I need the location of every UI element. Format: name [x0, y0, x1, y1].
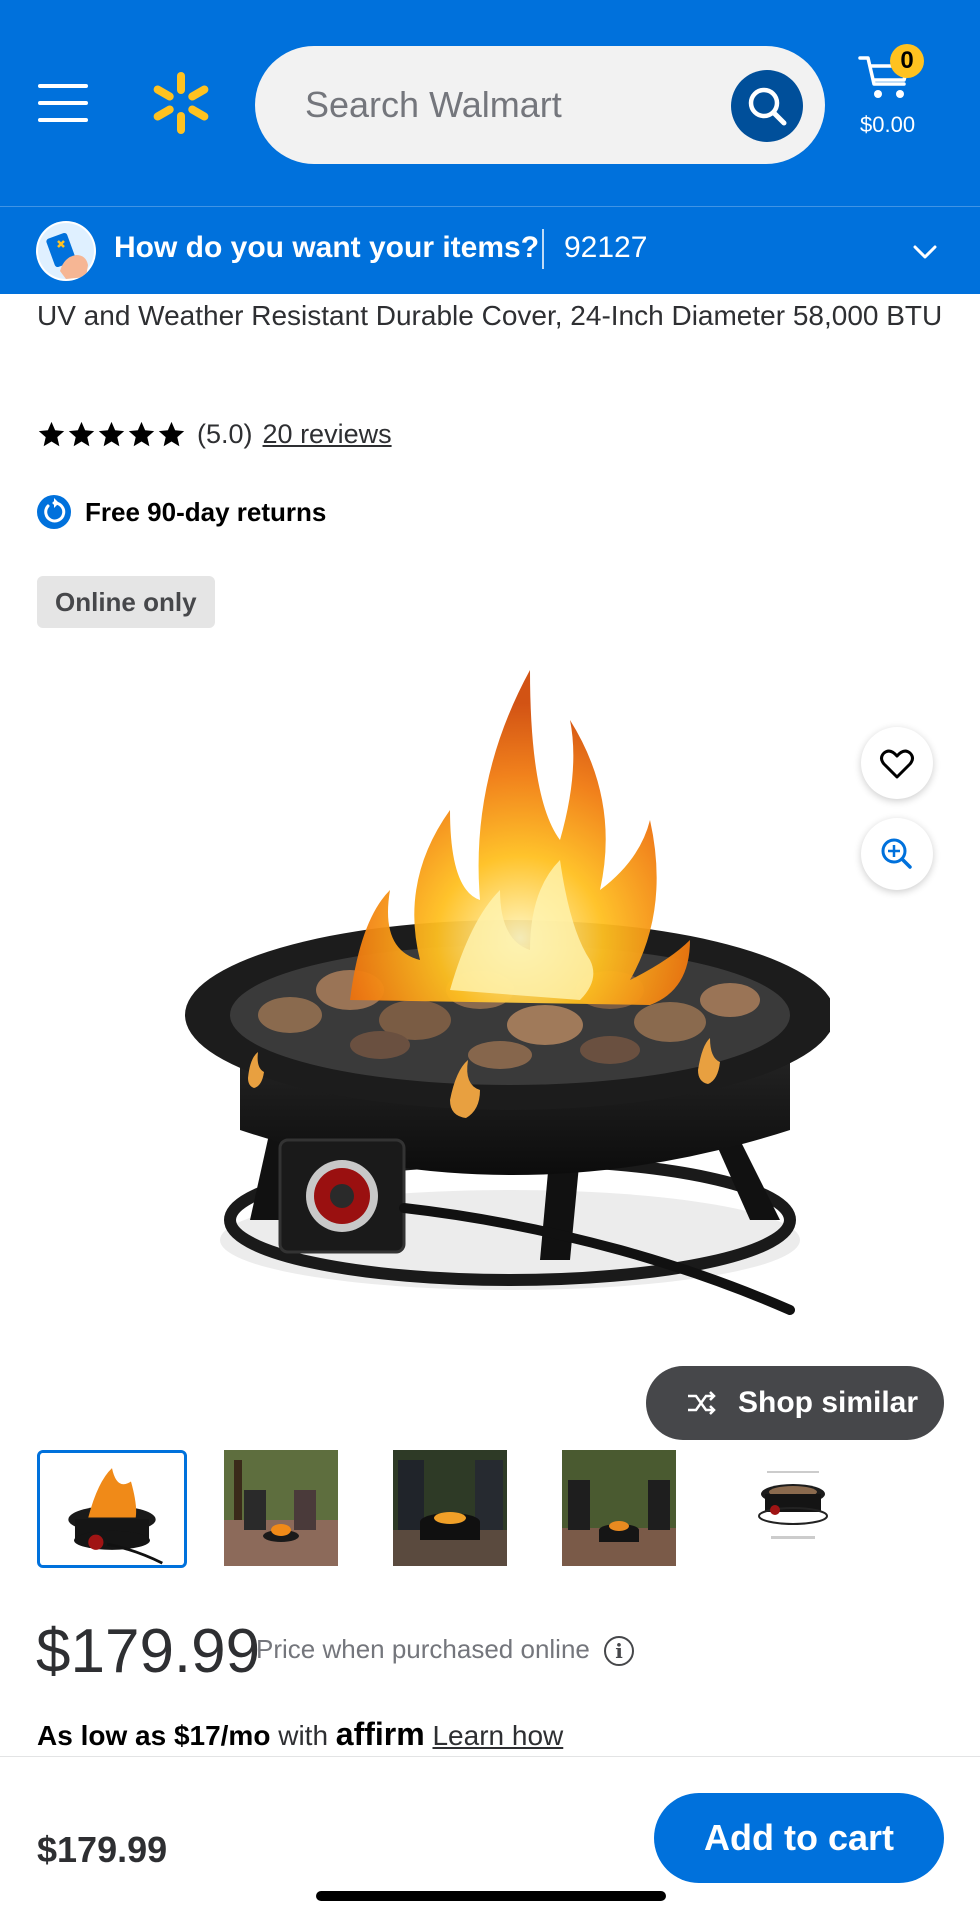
- shuffle-icon: [688, 1391, 716, 1415]
- star-icon: [38, 421, 65, 446]
- info-icon[interactable]: i: [604, 1636, 634, 1666]
- shop-similar-label: Shop similar: [738, 1386, 919, 1419]
- thumbnail-3[interactable]: [393, 1450, 507, 1566]
- bottom-price: $179.99: [37, 1829, 168, 1870]
- returns-info: Free 90-day returns: [37, 494, 326, 530]
- chevron-down-icon: [913, 245, 937, 259]
- bottom-purchase-bar: $179.99 Add to cart: [0, 1756, 980, 1920]
- rating-row: (5.0) 20 reviews: [37, 418, 392, 450]
- search-bar[interactable]: [255, 46, 825, 164]
- delivery-hand-phone-icon: [36, 221, 96, 281]
- product-image[interactable]: [150, 660, 830, 1350]
- affirm-financing: As low as $17/mo with affirm Learn how: [37, 1716, 563, 1753]
- add-to-cart-button[interactable]: Add to cart: [654, 1793, 944, 1883]
- search-icon: [748, 87, 787, 126]
- affirm-with: with: [278, 1720, 329, 1751]
- star-icon: [158, 421, 185, 446]
- thumbnail-image: [40, 1453, 184, 1565]
- search-input[interactable]: [305, 80, 705, 130]
- thumbnail-image: [735, 1450, 849, 1566]
- thumbnail-4[interactable]: [562, 1450, 676, 1566]
- rating-value: (5.0): [197, 418, 253, 449]
- product-price: $179.99: [36, 1617, 261, 1686]
- star-icon: [98, 421, 125, 446]
- cart-total: $0.00: [860, 112, 916, 137]
- affirm-logo: affirm: [335, 1716, 425, 1752]
- favorite-button[interactable]: [861, 727, 933, 799]
- heart-icon: [880, 749, 914, 779]
- menu-button[interactable]: [38, 82, 88, 124]
- delivery-divider: [542, 229, 544, 269]
- affirm-monthly-price: As low as $17/mo: [37, 1720, 271, 1751]
- thumbnail-1[interactable]: [37, 1450, 187, 1568]
- star-icon: [128, 421, 155, 446]
- star-rating: [37, 420, 187, 449]
- returns-label: Free 90-day returns: [85, 496, 327, 527]
- cart-count-badge: 0: [890, 44, 924, 78]
- thumbnail-5[interactable]: [735, 1450, 849, 1566]
- cart-button[interactable]: 0 $0.00: [858, 44, 958, 144]
- delivery-zip: 92127: [564, 231, 648, 264]
- online-only-badge: Online only: [37, 576, 215, 628]
- product-page: 0 $0.00 Outland Living Firebowl 873 Stan…: [0, 0, 980, 1920]
- price-note: Price when purchased online: [256, 1634, 590, 1664]
- thumbnail-image: [224, 1450, 338, 1566]
- product-title-container: Outland Living Firebowl 873 Standard Out…: [0, 294, 980, 410]
- delivery-selector[interactable]: How do you want your items? 92127: [0, 206, 980, 294]
- search-button[interactable]: [731, 70, 803, 142]
- affirm-learn-how-link[interactable]: Learn how: [432, 1720, 563, 1751]
- star-icon: [68, 421, 95, 446]
- home-indicator[interactable]: [316, 1891, 666, 1901]
- header: 0 $0.00: [0, 0, 980, 206]
- menu-icon-line: [38, 84, 88, 88]
- thumbnail-2[interactable]: [224, 1450, 338, 1566]
- thumbnail-image: [393, 1450, 507, 1566]
- thumbnail-image: [562, 1450, 676, 1566]
- walmart-spark-logo[interactable]: [148, 70, 214, 136]
- zoom-in-icon: [881, 838, 912, 869]
- reviews-link[interactable]: 20 reviews: [263, 419, 392, 450]
- delivery-question: How do you want your items?: [114, 231, 540, 264]
- product-title: Outland Living Firebowl 873 Standard Out…: [37, 300, 943, 331]
- menu-icon-line: [38, 118, 88, 122]
- menu-icon-line: [38, 101, 88, 105]
- shop-similar-button[interactable]: Shop similar: [646, 1366, 944, 1440]
- return-arrow-icon: [37, 495, 71, 529]
- zoom-button[interactable]: [861, 818, 933, 890]
